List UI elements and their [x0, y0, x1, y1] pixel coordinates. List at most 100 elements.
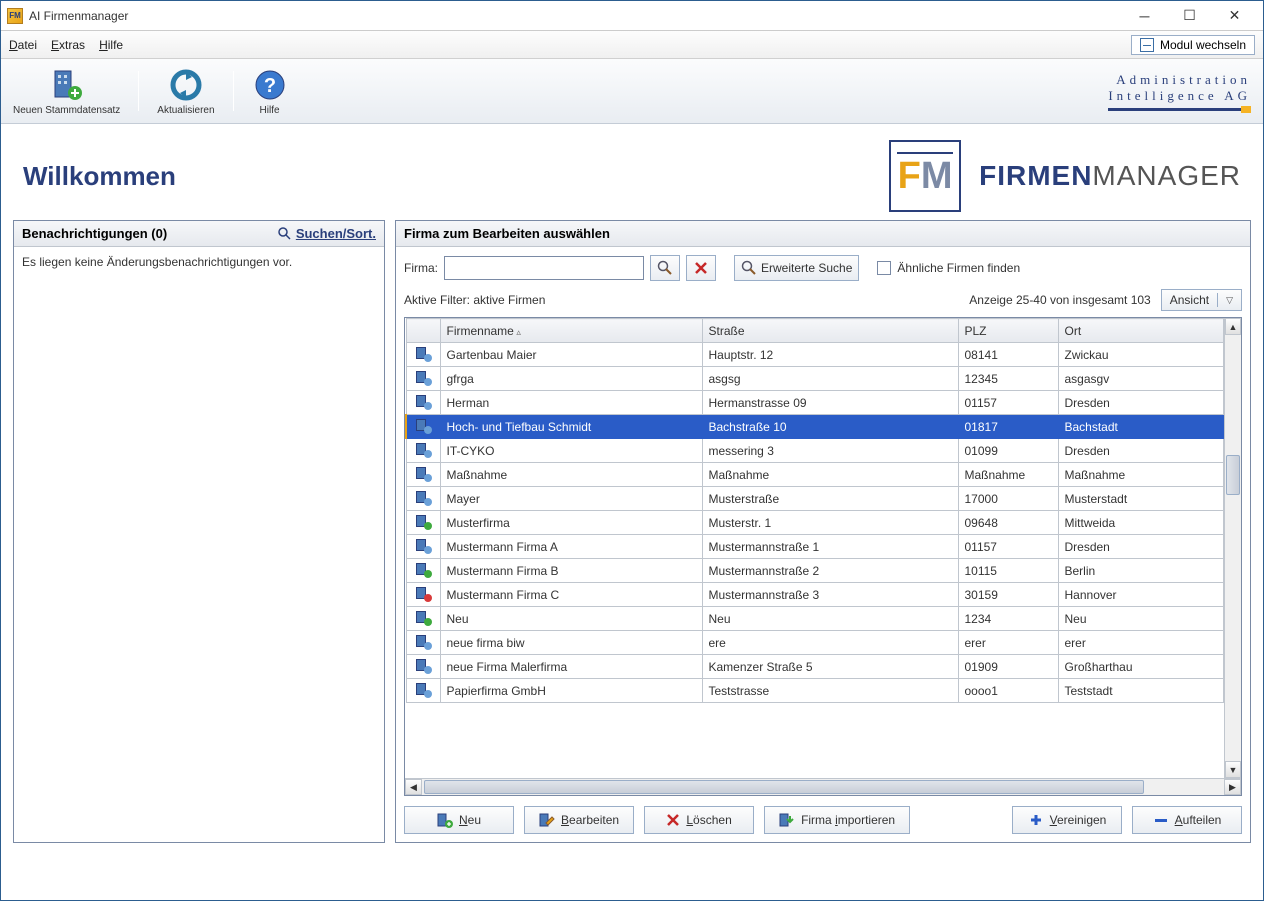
cell-strasse: Mustermannstraße 1 [702, 535, 958, 559]
toolbar-hilfe-button[interactable]: ? Hilfe [252, 67, 288, 116]
menu-datei[interactable]: Datei [9, 38, 37, 52]
cell-firmenname: Musterfirma [440, 511, 702, 535]
filter-row: Aktive Filter: aktive Firmen Anzeige 25-… [404, 289, 1242, 311]
aehnliche-label: Ähnliche Firmen finden [897, 261, 1020, 275]
cell-strasse: Hermanstrasse 09 [702, 391, 958, 415]
ansicht-button[interactable]: Ansicht ▽ [1161, 289, 1242, 311]
x-icon [694, 261, 708, 275]
col-ort[interactable]: Ort [1058, 319, 1224, 343]
modul-wechseln-button[interactable]: Modul wechseln [1131, 35, 1255, 55]
row-icon-cell [406, 607, 440, 631]
cell-firmenname: IT-CYKO [440, 439, 702, 463]
bearbeiten-button[interactable]: Bearbeiten [524, 806, 634, 834]
table-row[interactable]: Mustermann Firma BMustermannstraße 21011… [406, 559, 1224, 583]
aufteilen-button[interactable]: Aufteilen [1132, 806, 1242, 834]
table-row[interactable]: HermanHermanstrasse 0901157Dresden [406, 391, 1224, 415]
cell-ort: Dresden [1058, 391, 1224, 415]
search-button[interactable] [650, 255, 680, 281]
cell-strasse: Kamenzer Straße 5 [702, 655, 958, 679]
table-row[interactable]: MusterfirmaMusterstr. 109648Mittweida [406, 511, 1224, 535]
erweiterte-suche-button[interactable]: Erweiterte Suche [734, 255, 859, 281]
toolbar-aktualisieren-label: Aktualisieren [157, 105, 214, 116]
neu-button[interactable]: Neu [404, 806, 514, 834]
firma-search-input[interactable] [444, 256, 644, 280]
cell-firmenname: neue Firma Malerfirma [440, 655, 702, 679]
cell-ort: Neu [1058, 607, 1224, 631]
cell-plz: 08141 [958, 343, 1058, 367]
col-strasse[interactable]: Straße [702, 319, 958, 343]
scroll-thumb[interactable] [1226, 455, 1240, 495]
cell-plz: 12345 [958, 367, 1058, 391]
table-row[interactable]: Hoch- und Tiefbau SchmidtBachstraße 1001… [406, 415, 1224, 439]
cell-ort: Zwickau [1058, 343, 1224, 367]
split-icon [1153, 812, 1169, 828]
firma-panel: Firma zum Bearbeiten auswählen Firma: Er… [395, 220, 1251, 843]
notifications-body: Es liegen keine Änderungsbenachrichtigun… [14, 247, 384, 842]
cell-firmenname: Mayer [440, 487, 702, 511]
table-row[interactable]: Mustermann Firma CMustermannstraße 33015… [406, 583, 1224, 607]
building-icon [415, 609, 431, 625]
cell-plz: 10115 [958, 559, 1058, 583]
cell-strasse: ere [702, 631, 958, 655]
table-header-row: Firmenname Straße PLZ Ort [406, 319, 1224, 343]
loeschen-button[interactable]: Löschen [644, 806, 754, 834]
scroll-right-icon[interactable]: ▶ [1224, 779, 1241, 795]
toolbar: Neuen Stammdatensatz Aktualisieren ? Hil… [1, 59, 1263, 124]
table-row[interactable]: neue firma biwereerererer [406, 631, 1224, 655]
cell-ort: asgasgv [1058, 367, 1224, 391]
table-row[interactable]: neue Firma MalerfirmaKamenzer Straße 501… [406, 655, 1224, 679]
suchen-sort-link[interactable]: Suchen/Sort. [278, 226, 376, 241]
firma-panel-header: Firma zum Bearbeiten auswählen [396, 221, 1250, 247]
col-icon[interactable] [406, 319, 440, 343]
toolbar-neu-button[interactable]: Neuen Stammdatensatz [13, 67, 120, 116]
col-firmenname[interactable]: Firmenname [440, 319, 702, 343]
notifications-panel: Benachrichtigungen (0) Suchen/Sort. Es l… [13, 220, 385, 843]
clear-search-button[interactable] [686, 255, 716, 281]
cell-firmenname: Neu [440, 607, 702, 631]
col-plz[interactable]: PLZ [958, 319, 1058, 343]
toolbar-aktualisieren-button[interactable]: Aktualisieren [157, 67, 214, 116]
toolbar-separator [233, 71, 234, 111]
notifications-empty-text: Es liegen keine Änderungsbenachrichtigun… [22, 255, 376, 269]
row-icon-cell [406, 583, 440, 607]
vereinigen-button[interactable]: Vereinigen [1012, 806, 1122, 834]
cell-strasse: messering 3 [702, 439, 958, 463]
menu-extras[interactable]: Extras [51, 38, 85, 52]
cell-strasse: Mustermannstraße 2 [702, 559, 958, 583]
close-button[interactable]: ✕ [1212, 2, 1257, 30]
cell-strasse: Musterstraße [702, 487, 958, 511]
module-icon [1140, 38, 1154, 52]
table-row[interactable]: Gartenbau MaierHauptstr. 1208141Zwickau [406, 343, 1224, 367]
aehnliche-checkbox[interactable] [877, 261, 891, 275]
table-row[interactable]: NeuNeu1234Neu [406, 607, 1224, 631]
window-title: AI Firmenmanager [29, 9, 1122, 23]
maximize-button[interactable]: ☐ [1167, 2, 1212, 30]
menu-hilfe[interactable]: Hilfe [99, 38, 123, 52]
scroll-left-icon[interactable]: ◀ [405, 779, 422, 795]
table-row[interactable]: Mustermann Firma AMustermannstraße 10115… [406, 535, 1224, 559]
table-row[interactable]: MaßnahmeMaßnahmeMaßnahmeMaßnahme [406, 463, 1224, 487]
scroll-up-icon[interactable]: ▲ [1225, 318, 1241, 335]
table-row[interactable]: IT-CYKOmessering 301099Dresden [406, 439, 1224, 463]
brand-line1: Administration [1116, 72, 1251, 87]
app-icon: FM [7, 8, 23, 24]
row-icon-cell [406, 391, 440, 415]
importieren-button[interactable]: Firma importieren [764, 806, 910, 834]
vertical-scrollbar[interactable]: ▲ ▼ [1224, 318, 1241, 778]
cell-strasse: Hauptstr. 12 [702, 343, 958, 367]
building-icon [415, 489, 431, 505]
table-row[interactable]: Papierfirma GmbHTeststrasseoooo1Teststad… [406, 679, 1224, 703]
building-icon [415, 417, 431, 433]
scroll-down-icon[interactable]: ▼ [1225, 761, 1241, 778]
table-row[interactable]: gfrgaasgsg12345asgasgv [406, 367, 1224, 391]
horizontal-scrollbar[interactable]: ◀ ▶ [405, 778, 1241, 795]
cell-firmenname: Mustermann Firma B [440, 559, 702, 583]
cell-strasse: Maßnahme [702, 463, 958, 487]
scroll-thumb-h[interactable] [424, 780, 1144, 794]
table-row[interactable]: MayerMusterstraße17000Musterstadt [406, 487, 1224, 511]
cell-plz: 17000 [958, 487, 1058, 511]
search-row: Firma: Erweiterte Suche Ähnliche Firmen … [404, 255, 1242, 281]
cell-strasse: asgsg [702, 367, 958, 391]
minimize-button[interactable]: ─ [1122, 2, 1167, 30]
cell-plz: oooo1 [958, 679, 1058, 703]
